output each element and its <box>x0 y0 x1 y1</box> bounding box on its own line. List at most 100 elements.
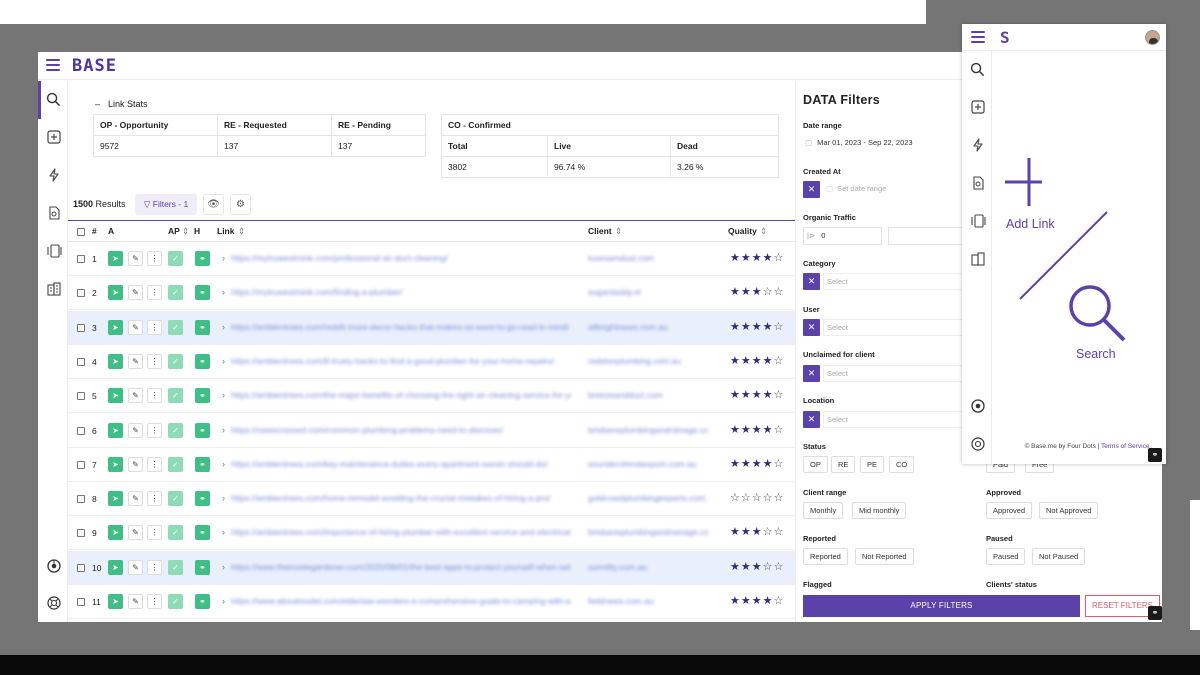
more-icon[interactable]: ⋮ <box>147 388 162 404</box>
document-icon[interactable] <box>969 176 986 193</box>
menu-icon[interactable] <box>46 59 60 73</box>
pages-icon[interactable] <box>969 214 986 231</box>
star-empty-icon[interactable]: ☆ <box>774 458 785 470</box>
star-filled-icon[interactable]: ★ <box>752 389 763 401</box>
send-icon[interactable]: ➤ <box>108 388 123 404</box>
star-empty-icon[interactable]: ☆ <box>774 286 785 298</box>
send-icon[interactable]: ➤ <box>108 525 123 541</box>
star-empty-icon[interactable]: ☆ <box>774 561 785 573</box>
star-empty-icon[interactable]: ☆ <box>774 355 785 367</box>
not-reported-option[interactable]: Not Reported <box>855 548 914 565</box>
row-client[interactable]: fieldnews.com.au <box>588 596 708 606</box>
edit-icon[interactable]: ✎ <box>128 559 143 575</box>
clear-user-button[interactable]: ✕ <box>803 319 820 336</box>
star-filled-icon[interactable]: ★ <box>763 252 774 264</box>
star-filled-icon[interactable]: ★ <box>752 355 763 367</box>
expand-chevron-icon[interactable]: › <box>222 527 225 537</box>
menu-icon[interactable] <box>971 31 985 45</box>
sort-icon[interactable]: ⇕ <box>238 226 245 237</box>
row-client[interactable]: redstonplumbing.com.au <box>588 356 708 366</box>
row-checkbox[interactable] <box>77 255 85 263</box>
star-empty-icon[interactable]: ☆ <box>763 286 774 298</box>
more-icon[interactable]: ⋮ <box>147 285 162 301</box>
more-icon[interactable]: ⋮ <box>147 491 162 507</box>
column-quality[interactable]: Quality <box>728 226 757 236</box>
table-row[interactable]: 8 ➤ ✎ ⋮ ✓ ⚭ › https://ambientrees.com/home-remo… <box>68 482 795 517</box>
star-filled-icon[interactable]: ★ <box>752 526 763 538</box>
column-ap[interactable]: AP <box>168 226 180 236</box>
more-icon[interactable]: ⋮ <box>147 525 162 541</box>
clear-created-at-button[interactable]: ✕ <box>803 181 820 198</box>
select-all-checkbox[interactable] <box>77 228 85 236</box>
row-client[interactable]: goldcoastplumbingexperts.com.au <box>588 493 708 503</box>
overlay-logo[interactable]: S <box>1000 28 1010 47</box>
star-filled-icon[interactable]: ★ <box>752 595 763 607</box>
sort-icon[interactable]: ⇕ <box>760 226 767 237</box>
star-filled-icon[interactable]: ★ <box>741 321 752 333</box>
star-filled-icon[interactable]: ★ <box>741 424 752 436</box>
client-range-monthly[interactable]: Monthly <box>803 502 844 519</box>
edit-icon[interactable]: ✎ <box>128 353 143 369</box>
table-row[interactable]: 10 ➤ ✎ ⋮ ✓ ⚭ › https://www.theinsidegardener.co… <box>68 550 795 585</box>
star-filled-icon[interactable]: ★ <box>730 321 741 333</box>
star-filled-icon[interactable]: ★ <box>763 424 774 436</box>
link-icon[interactable]: ⚭ <box>195 353 210 369</box>
add-link-plus-icon[interactable] <box>1002 154 1042 210</box>
check-icon[interactable]: ✓ <box>168 251 183 266</box>
approved-option[interactable]: Approved <box>986 502 1033 519</box>
row-link[interactable]: https://ambientrees.com/8-trusty-hacks-t… <box>231 356 571 366</box>
link-icon[interactable]: ⚭ <box>195 251 210 266</box>
sort-icon[interactable]: ⇕ <box>182 226 189 237</box>
star-empty-icon[interactable]: ☆ <box>774 526 785 538</box>
send-icon[interactable]: ➤ <box>108 422 123 438</box>
search-icon[interactable] <box>45 92 62 109</box>
clear-category-button[interactable]: ✕ <box>803 273 820 290</box>
send-icon[interactable]: ➤ <box>108 353 123 369</box>
star-filled-icon[interactable]: ★ <box>730 252 741 264</box>
row-client[interactable]: sunnitty.com.au <box>588 562 708 572</box>
star-filled-icon[interactable]: ★ <box>741 595 752 607</box>
star-filled-icon[interactable]: ★ <box>763 355 774 367</box>
star-filled-icon[interactable]: ★ <box>752 458 763 470</box>
send-icon[interactable]: ➤ <box>108 456 123 472</box>
pages-icon[interactable] <box>45 244 62 261</box>
star-filled-icon[interactable]: ★ <box>752 424 763 436</box>
link-icon[interactable]: ⚭ <box>195 388 210 404</box>
reported-option[interactable]: Reported <box>803 548 848 565</box>
search-large-icon[interactable] <box>1066 282 1128 344</box>
avatar[interactable] <box>1145 30 1160 45</box>
link-stats-toggle[interactable]: – Link Stats <box>95 99 148 109</box>
edit-icon[interactable]: ✎ <box>128 594 143 609</box>
check-icon[interactable]: ✓ <box>168 559 183 575</box>
star-filled-icon[interactable]: ★ <box>730 286 741 298</box>
row-checkbox[interactable] <box>77 460 85 469</box>
star-empty-icon[interactable]: ☆ <box>752 492 763 504</box>
star-filled-icon[interactable]: ★ <box>741 526 752 538</box>
star-filled-icon[interactable]: ★ <box>730 458 741 470</box>
star-filled-icon[interactable]: ★ <box>741 286 752 298</box>
star-empty-icon[interactable]: ☆ <box>774 321 785 333</box>
row-client[interactable]: brisbaneplumbingandrainage.com.au <box>588 527 708 537</box>
row-client[interactable]: sounderohmaterpom.com.au <box>588 459 708 469</box>
row-link[interactable]: https://ambientrees.com/the-major-benefi… <box>231 390 571 400</box>
expand-chevron-icon[interactable]: › <box>222 596 225 606</box>
expand-chevron-icon[interactable]: › <box>222 322 225 332</box>
star-empty-icon[interactable]: ☆ <box>730 492 741 504</box>
star-filled-icon[interactable]: ★ <box>752 286 763 298</box>
star-filled-icon[interactable]: ★ <box>741 458 752 470</box>
more-icon[interactable]: ⋮ <box>147 559 162 575</box>
star-empty-icon[interactable]: ☆ <box>774 389 785 401</box>
row-link[interactable]: https://ambientrees.com/importance-of-hi… <box>231 527 571 537</box>
star-empty-icon[interactable]: ☆ <box>741 492 752 504</box>
clear-unclaimed-button[interactable]: ✕ <box>803 365 820 382</box>
terms-link[interactable]: Terms of Service <box>1101 443 1149 450</box>
more-icon[interactable]: ⋮ <box>147 456 162 472</box>
status-option-op[interactable]: OP <box>803 456 828 473</box>
link-icon[interactable]: ⚭ <box>195 594 210 609</box>
column-client[interactable]: Client <box>588 226 612 236</box>
buildings-icon[interactable] <box>969 252 986 269</box>
star-filled-icon[interactable]: ★ <box>763 458 774 470</box>
row-checkbox[interactable] <box>77 357 85 366</box>
check-icon[interactable]: ✓ <box>168 388 183 404</box>
row-client[interactable]: allbrightnews.com.au <box>588 322 708 332</box>
